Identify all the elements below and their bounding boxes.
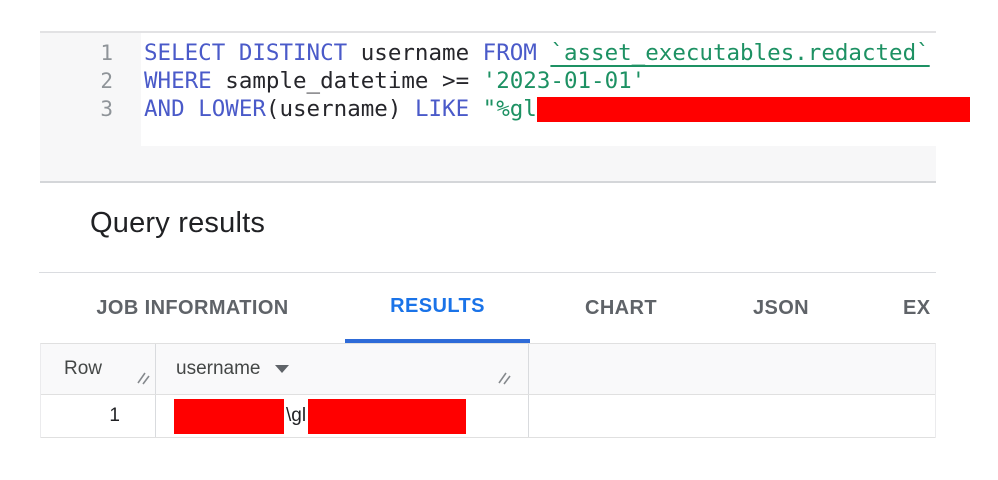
results-table: Row username 1 \gl <box>40 343 936 438</box>
code-token <box>185 96 199 122</box>
line-number: 2 <box>40 69 141 93</box>
tab-label: EX <box>903 297 930 320</box>
tab-chart[interactable]: CHART <box>530 273 712 343</box>
code-token: WHERE <box>144 68 212 94</box>
redaction-box <box>308 399 466 434</box>
line-number: 1 <box>40 41 141 65</box>
tab-label: JOB INFORMATION <box>96 297 288 320</box>
results-tab-bar: JOB INFORMATION RESULTS CHART JSON EX <box>40 273 936 343</box>
code-token: SELECT DISTINCT <box>144 40 347 66</box>
table-header-row: Row username <box>41 344 935 395</box>
tab-execution-details-clipped[interactable]: EX <box>850 273 936 343</box>
sort-dropdown-arrow-icon[interactable] <box>275 365 289 373</box>
code-line: 2WHERE sample_datetime >= '2023-01-01' <box>40 67 936 95</box>
table-reference-link[interactable]: `asset_executables.redacted` <box>550 40 929 66</box>
tab-label: JSON <box>753 297 809 320</box>
code-token: sample_datetime >= <box>212 68 483 94</box>
code-token: FROM <box>483 40 537 66</box>
code-token: LIKE <box>415 96 469 122</box>
tab-json[interactable]: JSON <box>712 273 850 343</box>
column-header-row[interactable]: Row <box>41 344 156 394</box>
column-resize-handle-icon[interactable] <box>497 369 512 391</box>
column-header-spacer <box>529 344 935 394</box>
sql-editor-panel: 1SELECT DISTINCT username FROM `asset_ex… <box>40 31 936 183</box>
code-token <box>469 96 483 122</box>
code-token <box>537 40 551 66</box>
column-header-label: Row <box>64 358 102 380</box>
line-number: 3 <box>40 97 141 121</box>
query-results-title: Query results <box>90 205 265 241</box>
table-row: 1 \gl <box>41 395 935 438</box>
tab-label: CHART <box>585 297 657 320</box>
tab-label: RESULTS <box>390 295 485 318</box>
column-header-username[interactable]: username <box>156 344 529 394</box>
row-spacer <box>529 395 935 437</box>
column-resize-handle-icon[interactable] <box>136 369 151 391</box>
sql-code-editor[interactable]: 1SELECT DISTINCT username FROM `asset_ex… <box>40 39 936 123</box>
code-token: (username) <box>266 96 415 122</box>
username-cell: \gl <box>156 395 529 437</box>
tab-job-information[interactable]: JOB INFORMATION <box>40 273 345 343</box>
redaction-box <box>174 399 284 434</box>
code-line: 1SELECT DISTINCT username FROM `asset_ex… <box>40 39 936 67</box>
row-number-cell: 1 <box>41 395 156 437</box>
redaction-box <box>537 97 970 122</box>
code-token: "%gl <box>483 96 537 122</box>
bigquery-results-page: { "editor": { "lines": [ { "number": "1"… <box>0 0 998 480</box>
code-token: AND <box>144 96 185 122</box>
code-token: LOWER <box>198 96 266 122</box>
code-token: username <box>347 40 482 66</box>
username-visible-fragment: \gl <box>286 405 306 427</box>
code-token: '2023-01-01' <box>483 68 646 94</box>
column-header-label: username <box>176 358 261 380</box>
tab-results[interactable]: RESULTS <box>345 273 530 343</box>
code-line: 3AND LOWER(username) LIKE "%gl <box>40 95 936 123</box>
